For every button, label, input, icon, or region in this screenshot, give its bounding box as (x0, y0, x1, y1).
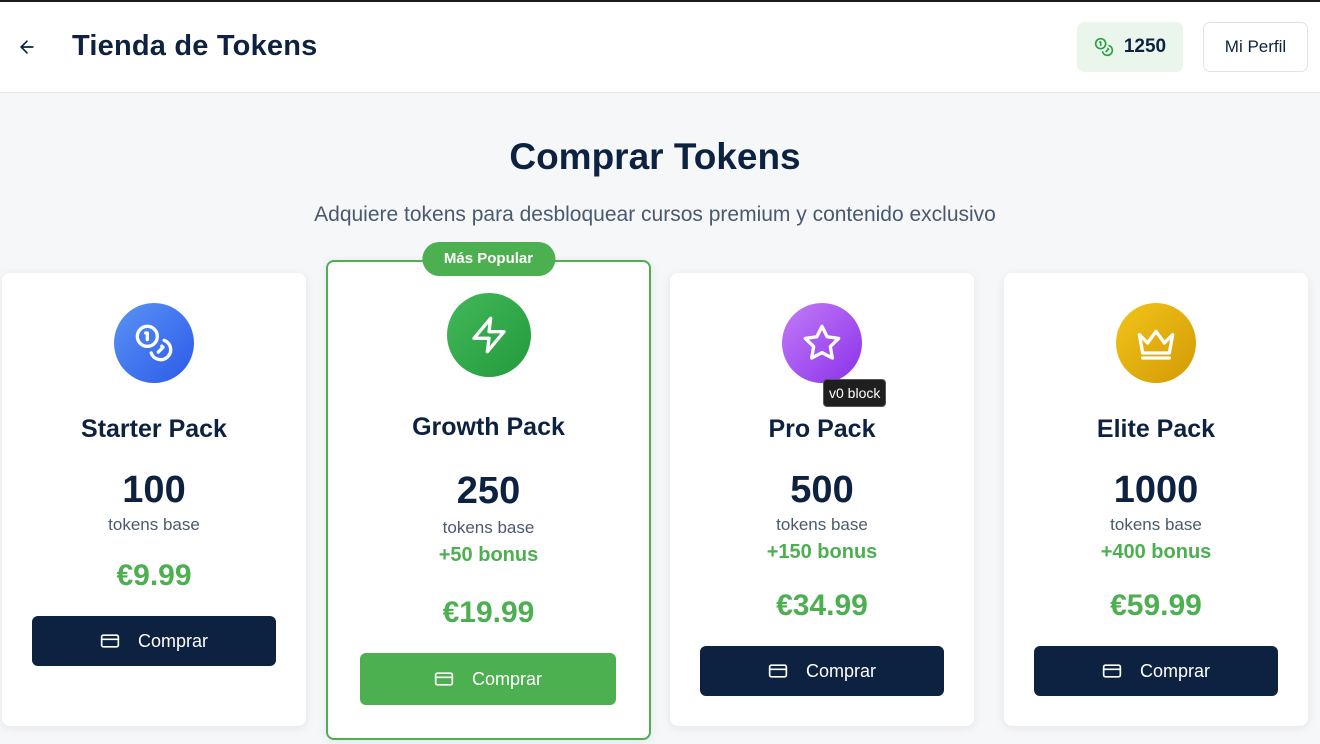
pack-card-starter: Starter Pack 100 tokens base €9.99 Compr… (2, 273, 306, 726)
arrow-left-icon (20, 40, 34, 54)
credit-card-icon (1102, 664, 1122, 678)
buy-button-label: Comprar (137, 630, 208, 651)
pack-name: Growth Pack (412, 413, 565, 441)
pack-bonus: +150 bonus (766, 541, 878, 563)
v0-block-tooltip: v0 block (823, 379, 887, 407)
pack-base-label: tokens base (1110, 515, 1202, 534)
hero-title: Comprar Tokens (509, 136, 801, 177)
pack-base-label: tokens base (776, 515, 868, 534)
pack-icon-badge (114, 303, 194, 383)
buy-button-elite[interactable]: Comprar (1034, 646, 1278, 696)
credit-card-icon (768, 664, 788, 678)
top-bar: Tienda de Tokens 1250 Mi Perfil (0, 2, 1320, 93)
pack-token-amount: 250 (456, 470, 521, 512)
buy-button-label: Comprar (1139, 660, 1210, 681)
pack-price: €9.99 (116, 559, 192, 592)
pack-price: €19.99 (442, 596, 535, 629)
back-button[interactable] (12, 32, 42, 62)
pack-icon-badge (782, 303, 862, 383)
buy-button-starter[interactable]: Comprar (32, 616, 276, 666)
pack-icon-badge (1116, 303, 1196, 383)
credit-card-icon (434, 672, 454, 686)
most-popular-badge: Más Popular (421, 242, 556, 276)
pack-card-pro: Pro Pack 500 tokens base +150 bonus €34.… (670, 273, 974, 726)
profile-button[interactable]: Mi Perfil (1203, 22, 1308, 72)
pack-bonus: +50 bonus (438, 544, 539, 566)
pack-price: €34.99 (776, 589, 868, 622)
buy-button-pro[interactable]: Comprar (700, 646, 944, 696)
buy-button-growth[interactable]: Comprar (360, 653, 616, 705)
credit-card-icon (100, 634, 120, 648)
pack-card-growth: Más Popular Growth Pack 250 tokens base … (326, 242, 651, 740)
page-title: Tienda de Tokens (72, 30, 318, 62)
star-icon (803, 324, 841, 360)
token-balance-value: 1250 (1123, 36, 1167, 57)
pack-token-amount: 500 (790, 469, 854, 511)
coins-icon (1094, 37, 1113, 57)
buy-button-label: Comprar (471, 668, 542, 689)
coins-icon (135, 324, 173, 362)
crown-icon (1137, 329, 1175, 360)
token-balance: 1250 (1077, 22, 1183, 72)
pack-base-label: tokens base (442, 518, 535, 537)
pack-name: Starter Pack (81, 415, 227, 443)
pack-card-elite: Elite Pack 1000 tokens base +400 bonus €… (1004, 273, 1308, 726)
pack-icon-badge (446, 293, 531, 377)
pack-name: Pro Pack (768, 415, 876, 443)
pack-price: €59.99 (1110, 589, 1202, 622)
lightning-icon (471, 316, 506, 354)
buy-button-label: Comprar (805, 660, 876, 681)
hero-subtitle: Adquiere tokens para desbloquear cursos … (314, 203, 996, 226)
pack-token-amount: 100 (122, 469, 186, 511)
pack-bonus: +400 bonus (1100, 541, 1212, 563)
pack-base-label: tokens base (108, 515, 200, 534)
pack-token-amount: 1000 (1113, 469, 1199, 511)
pack-name: Elite Pack (1096, 415, 1216, 443)
